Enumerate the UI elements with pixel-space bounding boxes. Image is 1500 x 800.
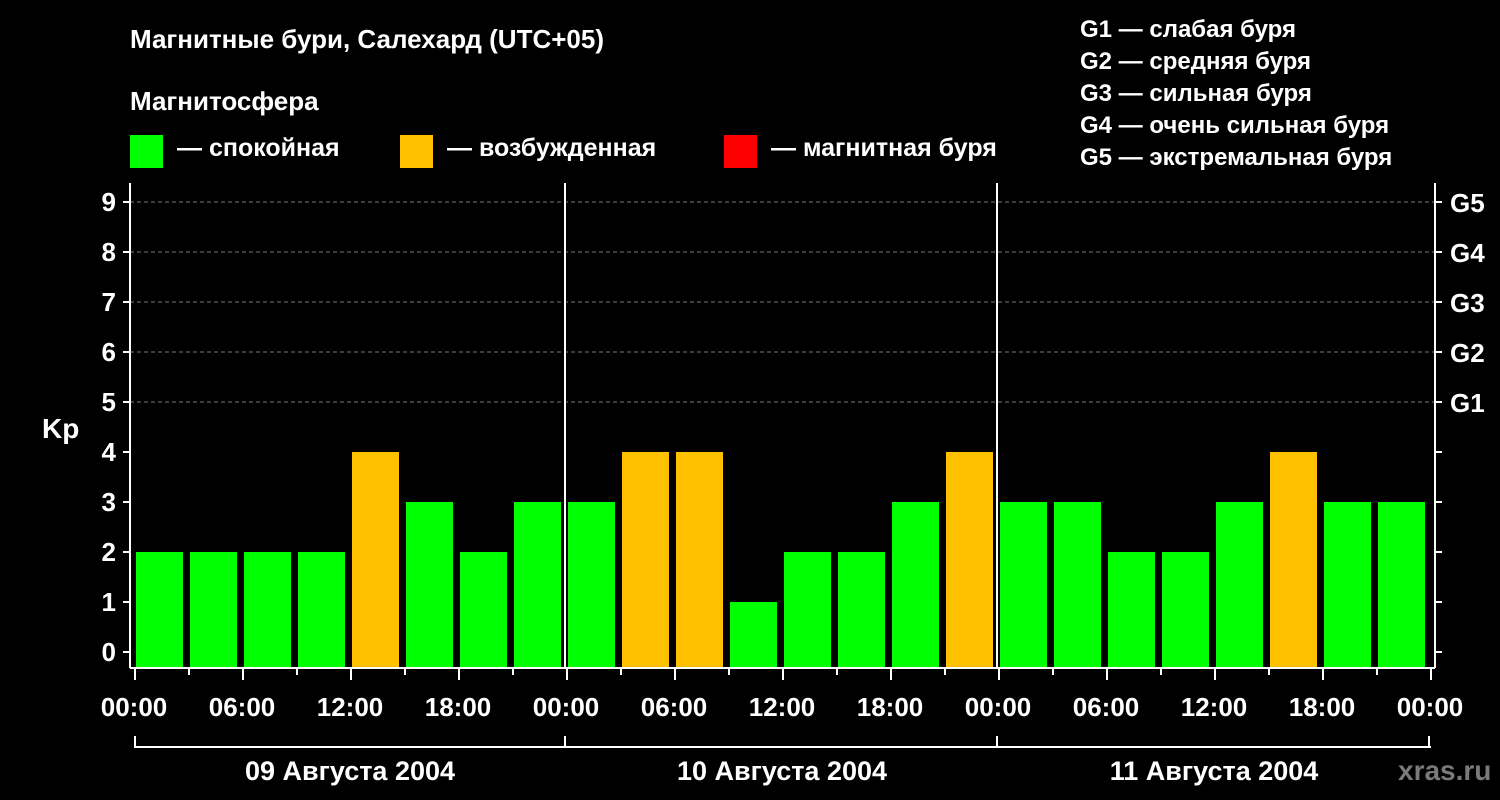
- x-tick-label: 06:00: [209, 692, 276, 722]
- x-tick-label: 06:00: [1073, 692, 1140, 722]
- kp-bar: [1162, 552, 1209, 668]
- g-level-label: G5: [1450, 188, 1485, 218]
- y-tick-label: 6: [102, 337, 116, 367]
- watermark: xras.ru: [1398, 755, 1492, 786]
- kp-bar: [622, 452, 669, 668]
- y-tick-label: 3: [102, 487, 116, 517]
- kp-bar: [730, 602, 777, 668]
- x-tick-label: 00:00: [1397, 692, 1464, 722]
- kp-bar: [244, 552, 291, 668]
- day-label: 10 Августа 2004: [677, 756, 887, 786]
- x-tick-label: 00:00: [965, 692, 1032, 722]
- x-tick-label: 00:00: [101, 692, 168, 722]
- y-tick-label: 9: [102, 187, 116, 217]
- kp-bar: [460, 552, 507, 668]
- kp-bar: [1324, 502, 1371, 668]
- y-tick-label: 4: [102, 437, 117, 467]
- g-level-label: G4: [1450, 238, 1485, 268]
- y-axis-label: Kp: [42, 413, 79, 444]
- y-tick-label: 2: [102, 537, 116, 567]
- x-tick-label: 18:00: [1289, 692, 1356, 722]
- x-tick-label: 18:00: [425, 692, 492, 722]
- y-tick-label: 7: [102, 287, 116, 317]
- kp-chart: 0 1 2 3 4 5 6 7 8 9 G1 G2 G3 G4 G5 Kp 00:00 06:00 12:00 18:…: [42, 183, 1485, 786]
- kp-bar: [676, 452, 723, 668]
- g-level-label: G2: [1450, 338, 1485, 368]
- g-level-label: G1: [1450, 388, 1485, 418]
- day-label: 09 Августа 2004: [245, 756, 455, 786]
- day-label: 11 Августа 2004: [1110, 756, 1319, 786]
- x-tick-label: 12:00: [749, 692, 816, 722]
- kp-bar: [1216, 502, 1263, 668]
- kp-bar: [946, 452, 993, 668]
- x-tick-label: 00:00: [533, 692, 600, 722]
- kp-bar: [352, 452, 399, 668]
- kp-bar: [406, 502, 453, 668]
- kp-bar: [892, 502, 939, 668]
- kp-bar: [1000, 502, 1047, 668]
- g-level-label: G3: [1450, 288, 1485, 318]
- kp-bar: [1270, 452, 1317, 668]
- y-tick-label: 5: [102, 387, 116, 417]
- kp-bar: [1054, 502, 1101, 668]
- kp-bar: [1378, 502, 1425, 668]
- kp-bar: [838, 552, 885, 668]
- kp-bar: [298, 552, 345, 668]
- y-tick-label: 0: [102, 637, 116, 667]
- kp-bar: [568, 502, 615, 668]
- x-tick-label: 12:00: [1181, 692, 1248, 722]
- kp-bar: [136, 552, 183, 668]
- x-tick-label: 06:00: [641, 692, 708, 722]
- y-tick-label: 1: [102, 587, 116, 617]
- kp-bar: [190, 552, 237, 668]
- y-tick-label: 8: [102, 237, 116, 267]
- x-tick-label: 18:00: [857, 692, 924, 722]
- kp-bar: [1108, 552, 1155, 668]
- x-tick-label: 12:00: [317, 692, 384, 722]
- kp-bar: [784, 552, 831, 668]
- kp-bar: [514, 502, 561, 668]
